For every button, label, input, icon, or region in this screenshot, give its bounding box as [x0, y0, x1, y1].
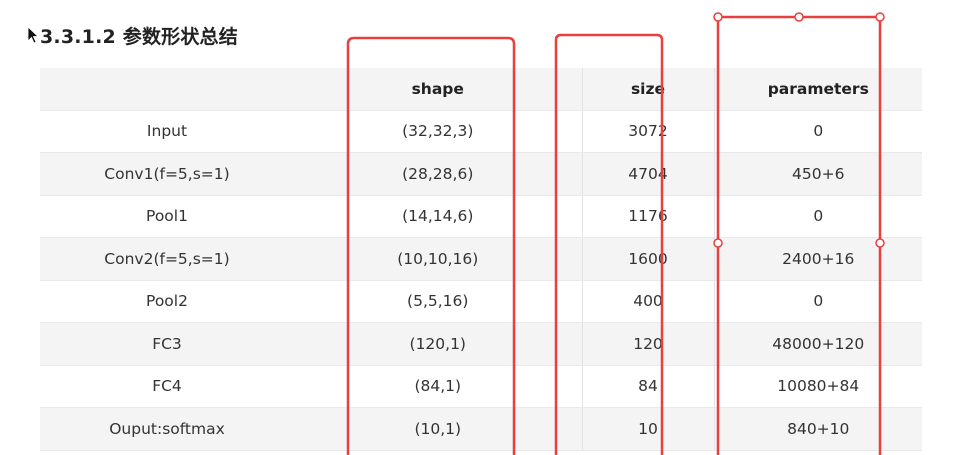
layer-name-cell: Input — [40, 110, 294, 153]
shape-cell: (10,10,16) — [294, 237, 582, 281]
layer-name-cell: Pool1 — [40, 195, 294, 238]
layer-name-cell: Pool2 — [40, 280, 294, 323]
parameters-cell: 0 — [713, 110, 922, 153]
layer-name-cell: Conv2(f=5,s=1) — [40, 237, 294, 281]
parameters-cell: 2400+16 — [713, 237, 922, 281]
parameters-cell: 0 — [713, 195, 922, 238]
layer-name-cell: Ouput:softmax — [40, 407, 294, 451]
layer-name-cell: FC4 — [40, 365, 294, 408]
layer-name-cell: Conv1(f=5,s=1) — [40, 152, 294, 196]
table-row: FC3 (120,1) 120 48000+120 — [40, 322, 922, 366]
shape-cell: (5,5,16) — [294, 280, 582, 323]
table-row: Input (32,32,3) 3072 0 — [40, 110, 922, 153]
header-cell-layer — [40, 68, 294, 111]
size-cell: 1600 — [581, 237, 714, 281]
table-row: Pool1 (14,14,6) 1176 0 — [40, 195, 922, 238]
selection-handle[interactable] — [713, 12, 723, 22]
layer-name-cell: FC3 — [40, 322, 294, 366]
parameters-cell: 10080+84 — [713, 365, 922, 408]
section-title: 3.3.1.2 参数形状总结 — [40, 26, 238, 48]
shape-cell: (28,28,6) — [294, 152, 582, 196]
size-cell: 10 — [581, 407, 714, 451]
table-header-row: shape size parameters — [40, 68, 922, 111]
size-cell: 84 — [581, 365, 714, 408]
shape-cell: (10,1) — [294, 407, 582, 451]
header-cell-size: size — [581, 68, 714, 111]
parameters-cell: 840+10 — [713, 407, 922, 451]
mouse-cursor-icon — [27, 26, 39, 44]
size-cell: 1176 — [581, 195, 714, 238]
table-row: Conv1(f=5,s=1) (28,28,6) 4704 450+6 — [40, 152, 922, 196]
selection-handle[interactable] — [794, 12, 804, 22]
shape-cell: (14,14,6) — [294, 195, 582, 238]
shape-cell: (32,32,3) — [294, 110, 582, 153]
parameters-cell: 48000+120 — [713, 322, 922, 366]
size-cell: 400 — [581, 280, 714, 323]
table-row: Pool2 (5,5,16) 400 0 — [40, 280, 922, 323]
table-row: FC4 (84,1) 84 10080+84 — [40, 365, 922, 408]
size-cell: 120 — [581, 322, 714, 366]
selection-handle[interactable] — [875, 12, 885, 22]
header-cell-shape: shape — [294, 68, 582, 111]
shape-cell: (120,1) — [294, 322, 582, 366]
size-cell: 3072 — [581, 110, 714, 153]
table-row: Conv2(f=5,s=1) (10,10,16) 1600 2400+16 — [40, 237, 922, 281]
parameters-cell: 0 — [713, 280, 922, 323]
header-cell-parameters: parameters — [713, 68, 922, 111]
parameter-shape-table: shape size parameters Input (32,32,3) 30… — [40, 68, 922, 451]
table-row: Ouput:softmax (10,1) 10 840+10 — [40, 407, 922, 451]
size-cell: 4704 — [581, 152, 714, 196]
parameters-cell: 450+6 — [713, 152, 922, 196]
shape-cell: (84,1) — [294, 365, 582, 408]
